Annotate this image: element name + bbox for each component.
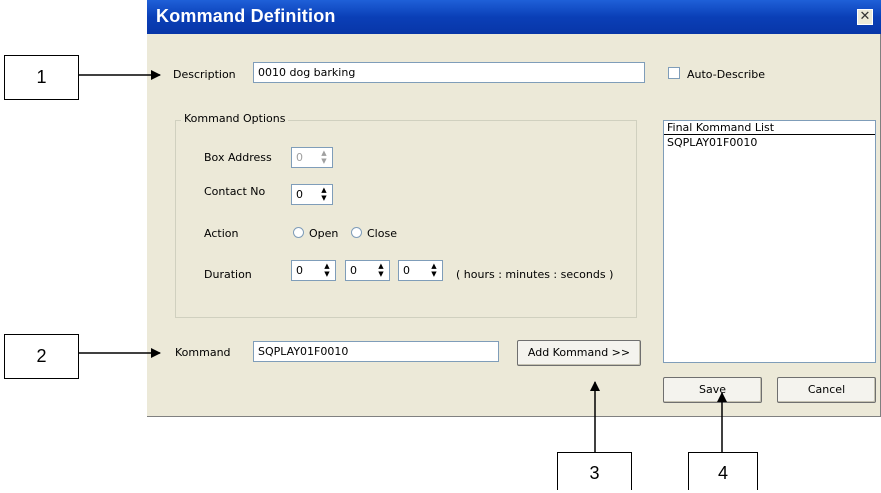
callout-1: 1 [4,55,79,100]
callout-2: 2 [4,334,79,379]
callout-3: 3 [557,452,632,490]
annotation-arrows [79,70,727,452]
callout-4: 4 [688,452,758,490]
